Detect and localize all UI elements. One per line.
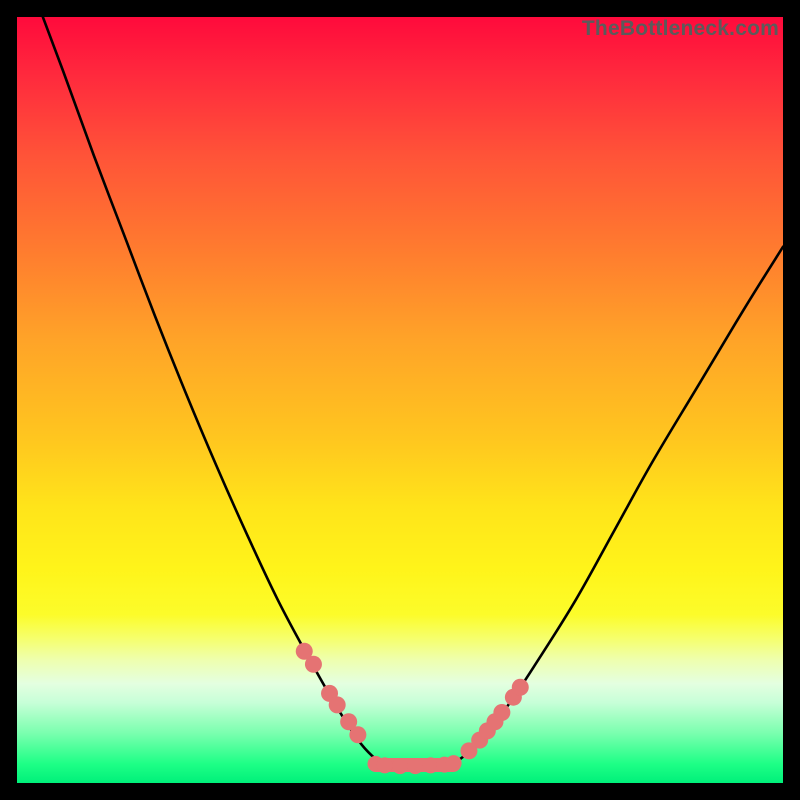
right-curve <box>452 247 783 766</box>
curve-group <box>40 9 783 766</box>
marker-dot <box>377 757 393 773</box>
marker-dot <box>493 704 510 721</box>
left-curve <box>40 9 454 766</box>
chart-svg <box>17 17 783 783</box>
flat-markers <box>367 755 461 774</box>
marker-dot <box>329 696 346 713</box>
marker-dot <box>305 656 322 673</box>
left-markers <box>296 643 367 743</box>
plot-area: TheBottleneck.com <box>17 17 783 783</box>
marker-dot <box>423 757 439 773</box>
marker-dot <box>349 726 366 743</box>
marker-dot <box>446 755 462 771</box>
marker-dot <box>392 758 408 774</box>
marker-dot <box>512 679 529 696</box>
marker-dot <box>407 758 423 774</box>
outer-frame: TheBottleneck.com <box>0 0 800 800</box>
right-markers <box>460 679 528 760</box>
